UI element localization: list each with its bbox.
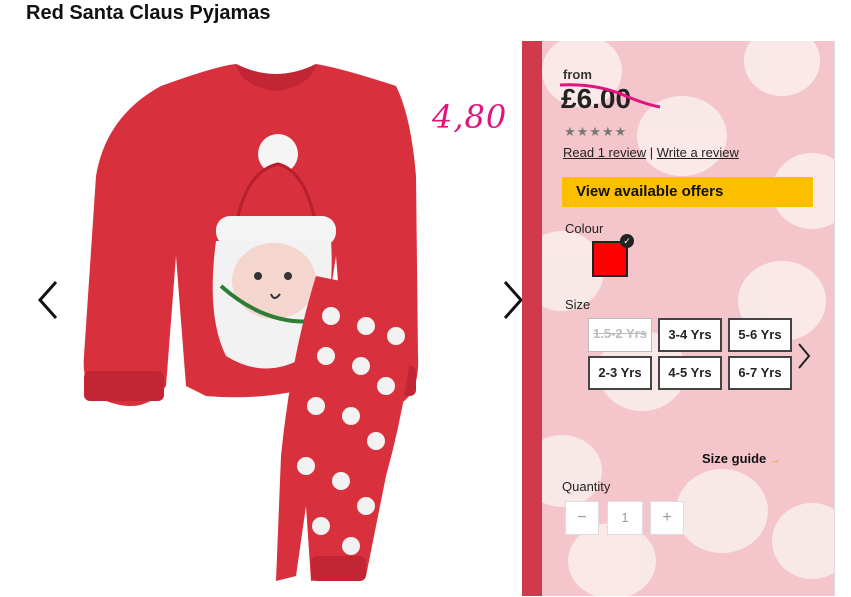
size-label: Size [565,297,591,312]
handwritten-price-note: 4,80 [432,98,508,136]
product-image [83,64,419,581]
reviews-links: Read 1 review | Write a review [563,145,739,160]
size-option[interactable]: 3-4 Yrs [658,318,722,352]
reviews-separator: | [649,145,654,160]
quantity-decrease-button[interactable]: − [565,501,599,535]
read-review-link[interactable]: Read 1 review [563,145,646,160]
size-option[interactable]: 2-3 Yrs [588,356,652,390]
chevron-right-icon [798,343,811,369]
view-offers-button[interactable]: View available offers [562,177,813,207]
price-strikethrough-mark [559,83,661,109]
size-option[interactable]: 6-7 Yrs [728,356,792,390]
size-option[interactable]: 5-6 Yrs [728,318,792,352]
colour-label: Colour [565,221,604,236]
check-icon: ✓ [620,234,634,248]
product-title: Red Santa Claus Pyjamas [26,2,271,24]
quantity-increase-button[interactable]: + [650,501,684,535]
product-details-panel: from £6.00 ★★★★★ Read 1 review | Write a… [522,41,835,596]
rating-stars: ★★★★★ [564,124,628,139]
previous-image-button[interactable] [34,276,64,324]
quantity-input[interactable]: 1 [607,501,643,535]
size-guide-label: Size guide [702,451,767,466]
chevron-left-icon [37,281,58,319]
size-guide-link[interactable]: Size guide → [702,451,781,466]
quantity-label: Quantity [562,479,611,494]
write-review-link[interactable]: Write a review [657,145,739,160]
sizes-next-button[interactable] [796,341,812,371]
arrow-right-icon: → [769,454,781,466]
size-option[interactable]: 4-5 Yrs [658,356,722,390]
size-option[interactable]: 1.5-2 Yrs [588,318,652,352]
